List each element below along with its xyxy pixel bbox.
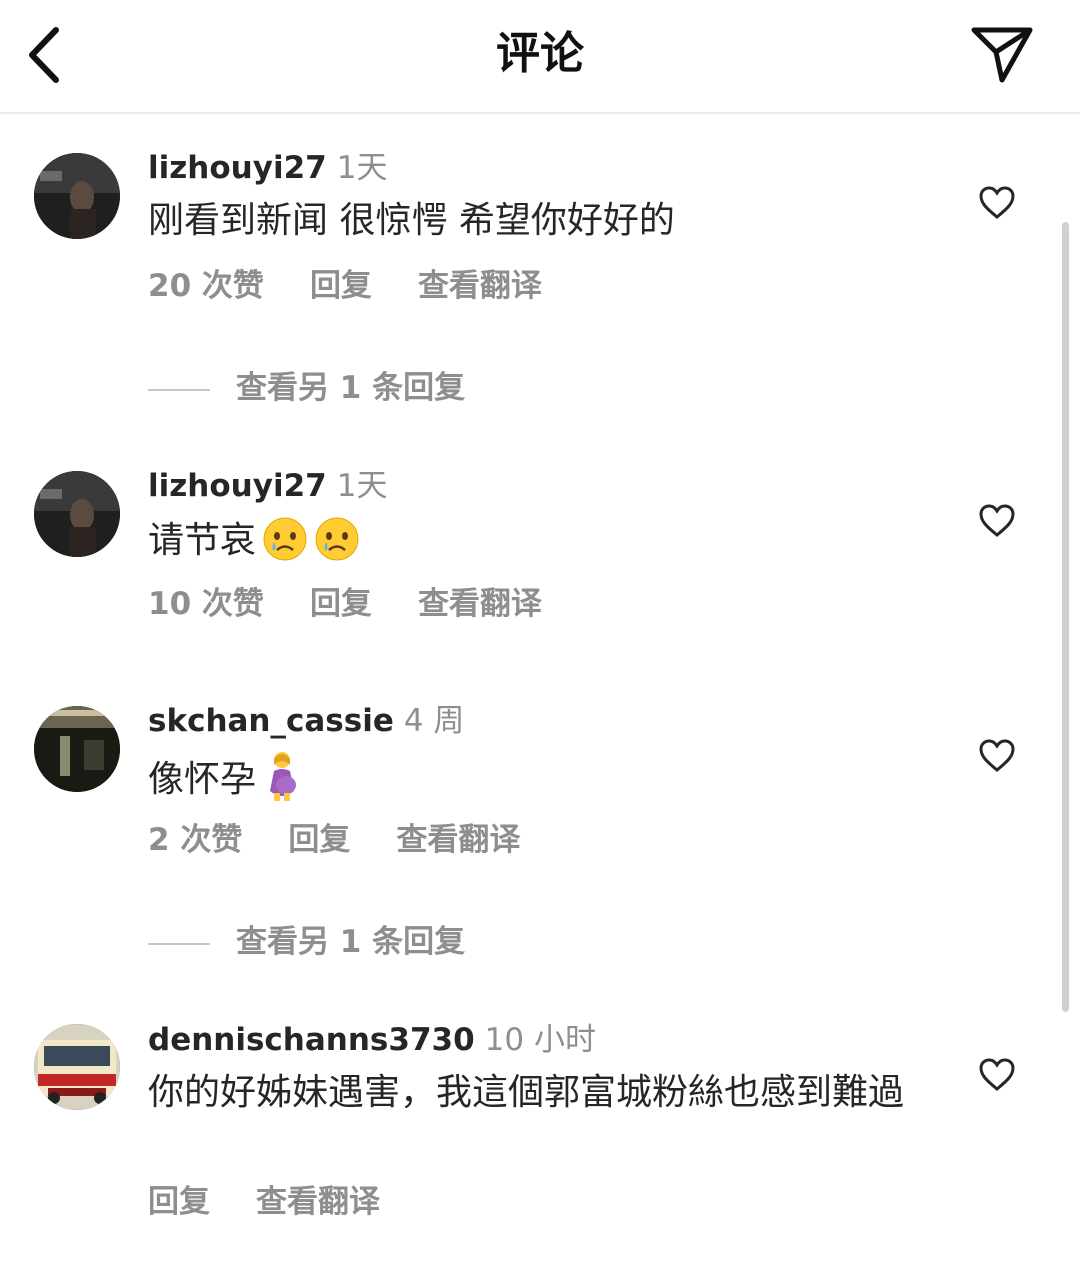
reply-button[interactable]: 回复 xyxy=(288,822,350,858)
heart-icon xyxy=(979,504,1015,537)
translate-button[interactable]: 查看翻译 xyxy=(418,586,542,622)
comment-username[interactable]: dennischanns3730 10 小时 xyxy=(148,1020,596,1060)
comment-time: 1天 xyxy=(336,468,388,504)
pregnant-woman-emoji xyxy=(270,752,297,801)
comment-text: 你的好姊妹遇害，我這個郭富城粉絲也感到難過 xyxy=(148,1072,905,1113)
likes-count[interactable]: 20 次赞 xyxy=(148,268,264,304)
comment-actions: 2 次赞 回复 查看翻译 xyxy=(148,820,566,860)
divider-line xyxy=(148,942,210,945)
likes-count[interactable]: 10 次赞 xyxy=(148,586,264,622)
comment-actions: 20 次赞 回复 查看翻译 xyxy=(148,266,588,306)
paper-plane-icon xyxy=(971,27,1033,83)
avatar[interactable] xyxy=(34,471,120,557)
translate-button[interactable]: 查看翻译 xyxy=(256,1184,380,1220)
comment-username[interactable]: lizhouyi27 1天 xyxy=(148,466,387,506)
scrollbar[interactable] xyxy=(1062,222,1069,1012)
comment-username[interactable]: lizhouyi27 1天 xyxy=(148,148,387,188)
comment-actions: 10 次赞 回复 查看翻译 xyxy=(148,584,588,624)
avatar[interactable] xyxy=(34,1024,120,1110)
likes-count[interactable]: 2 次赞 xyxy=(148,822,242,858)
like-button[interactable] xyxy=(978,1058,1016,1092)
avatar[interactable] xyxy=(34,706,120,792)
crying-face-emoji xyxy=(315,517,359,561)
view-more-replies[interactable]: 查看另 1 条回复 xyxy=(148,368,465,408)
comment-time: 4 周 xyxy=(403,703,465,739)
page-title: 评论 xyxy=(496,28,584,79)
reply-button[interactable]: 回复 xyxy=(310,586,372,622)
like-button[interactable] xyxy=(978,186,1016,220)
like-button[interactable] xyxy=(978,739,1016,773)
divider-line xyxy=(148,388,210,391)
heart-icon xyxy=(979,1058,1015,1091)
avatar[interactable] xyxy=(34,153,120,239)
comment-username[interactable]: skchan_cassie 4 周 xyxy=(148,701,464,741)
send-button[interactable] xyxy=(966,22,1038,86)
heart-icon xyxy=(979,186,1015,219)
comment-actions: 回复 查看翻译 xyxy=(148,1182,426,1222)
comment-time: 1天 xyxy=(336,150,388,186)
translate-button[interactable]: 查看翻译 xyxy=(396,822,520,858)
like-button[interactable] xyxy=(978,504,1016,538)
heart-icon xyxy=(979,739,1015,772)
reply-button[interactable]: 回复 xyxy=(310,268,372,304)
crying-face-emoji xyxy=(263,517,307,561)
comment-text: 刚看到新闻 很惊愕 希望你好好的 xyxy=(148,200,675,241)
translate-button[interactable]: 查看翻译 xyxy=(418,268,542,304)
header-bar: 评论 xyxy=(0,0,1080,114)
comment-text: 请节哀 xyxy=(148,516,928,564)
view-more-replies[interactable]: 查看另 1 条回复 xyxy=(148,922,465,962)
comment-time: 10 小时 xyxy=(484,1022,596,1058)
comment-text: 像怀孕 xyxy=(148,751,928,803)
reply-button[interactable]: 回复 xyxy=(148,1184,210,1220)
